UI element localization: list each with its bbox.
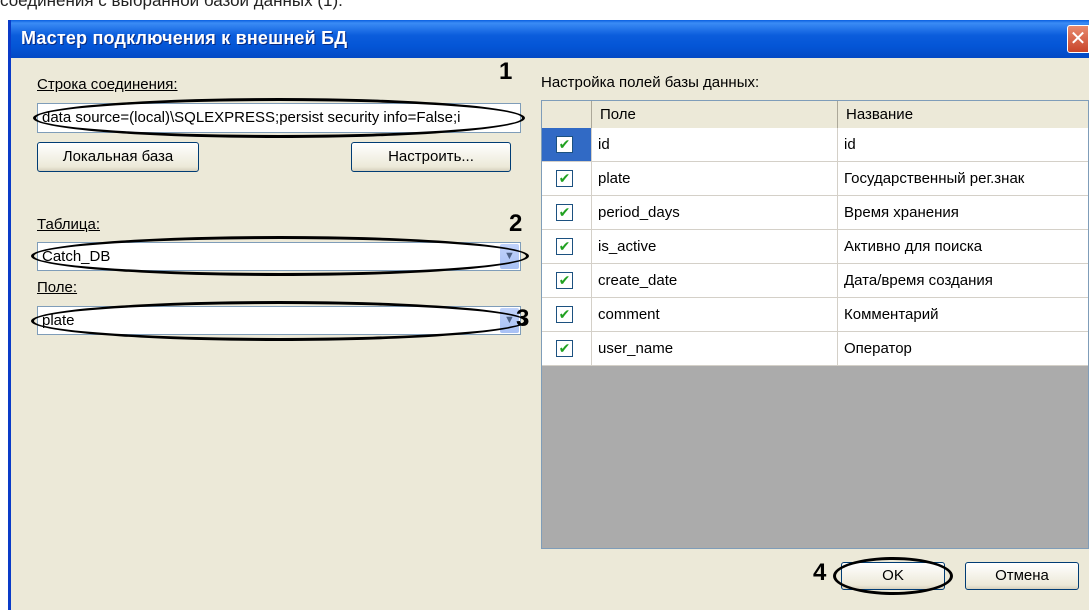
row-field-name: comment	[592, 298, 838, 331]
row-display-name[interactable]: Активно для поиска	[838, 230, 1088, 263]
db-fields-label: Настройка полей базы данных:	[541, 74, 760, 91]
check-icon[interactable]: ✔	[556, 238, 573, 255]
row-checkbox-cell: ✔	[542, 196, 592, 229]
row-checkbox-cell: ✔	[542, 298, 592, 331]
chevron-down-icon[interactable]: ▼	[500, 244, 519, 269]
field-label: Поле:	[37, 279, 78, 296]
table-row[interactable]: ✔ user_name Оператор	[542, 332, 1088, 366]
row-display-name[interactable]: Оператор	[838, 332, 1088, 365]
window-title: Мастер подключения к внешней БД	[21, 28, 348, 48]
cancel-button[interactable]: Отмена	[965, 562, 1079, 590]
annotation-number-4: 4	[813, 559, 827, 586]
column-header-name[interactable]: Название	[838, 101, 1088, 128]
check-icon[interactable]: ✔	[556, 204, 573, 221]
row-checkbox-cell: ✔	[542, 264, 592, 297]
table-row[interactable]: ✔ comment Комментарий	[542, 298, 1088, 332]
grid-header: Поле Название	[542, 101, 1088, 129]
title-bar[interactable]: Мастер подключения к внешней БД ✕	[11, 20, 1089, 58]
row-display-name[interactable]: Время хранения	[838, 196, 1088, 229]
annotation-number-1: 1	[499, 58, 513, 85]
connection-string-field[interactable]: data source=(local)\SQLEXPRESS;persist s…	[37, 103, 521, 133]
table-select[interactable]: Catch_DB ▼	[37, 242, 521, 271]
close-icon: ✕	[1069, 28, 1087, 50]
row-field-name: create_date	[592, 264, 838, 297]
row-field-name: user_name	[592, 332, 838, 365]
row-checkbox-cell: ✔	[542, 230, 592, 263]
table-row[interactable]: ✔ plate Государственный рег.знак	[542, 162, 1088, 196]
row-checkbox-cell: ✔	[542, 162, 592, 195]
field-select[interactable]: plate ▼	[37, 306, 521, 335]
annotation-number-2: 2	[509, 210, 523, 237]
db-fields-grid[interactable]: Поле Название ✔ id id ✔ plate Государственный…	[541, 100, 1089, 549]
table-select-value: Catch_DB	[42, 248, 111, 265]
table-label: Таблица:	[37, 216, 100, 233]
field-select-value: plate	[42, 312, 75, 329]
page-caption: соединения с выбранной базой данных (1).	[0, 0, 343, 10]
row-display-name[interactable]: id	[838, 128, 1088, 161]
table-row[interactable]: ✔ period_days Время хранения	[542, 196, 1088, 230]
row-field-name: period_days	[592, 196, 838, 229]
check-icon[interactable]: ✔	[556, 272, 573, 289]
check-icon[interactable]: ✔	[556, 340, 573, 357]
row-display-name[interactable]: Дата/время создания	[838, 264, 1088, 297]
annotation-number-3: 3	[516, 305, 530, 332]
table-row[interactable]: ✔ create_date Дата/время создания	[542, 264, 1088, 298]
row-field-name: is_active	[592, 230, 838, 263]
wizard-window: Мастер подключения к внешней БД ✕ Строка…	[8, 20, 1089, 610]
connection-string-label: Строка соединения:	[37, 76, 178, 93]
close-button[interactable]: ✕	[1067, 25, 1089, 53]
table-row[interactable]: ✔ id id	[542, 128, 1088, 162]
check-icon[interactable]: ✔	[556, 136, 573, 153]
column-header-field[interactable]: Поле	[592, 101, 838, 128]
ok-button[interactable]: OK	[841, 562, 945, 590]
check-icon[interactable]: ✔	[556, 306, 573, 323]
row-display-name[interactable]: Государственный рег.знак	[838, 162, 1088, 195]
local-db-button[interactable]: Локальная база	[37, 142, 199, 172]
configure-button[interactable]: Настроить...	[351, 142, 511, 172]
row-field-name: plate	[592, 162, 838, 195]
row-checkbox-cell: ✔	[542, 332, 592, 365]
row-display-name[interactable]: Комментарий	[838, 298, 1088, 331]
row-field-name: id	[592, 128, 838, 161]
row-checkbox-cell: ✔	[542, 128, 592, 161]
grid-header-check	[542, 101, 592, 128]
check-icon[interactable]: ✔	[556, 170, 573, 187]
table-row[interactable]: ✔ is_active Активно для поиска	[542, 230, 1088, 264]
